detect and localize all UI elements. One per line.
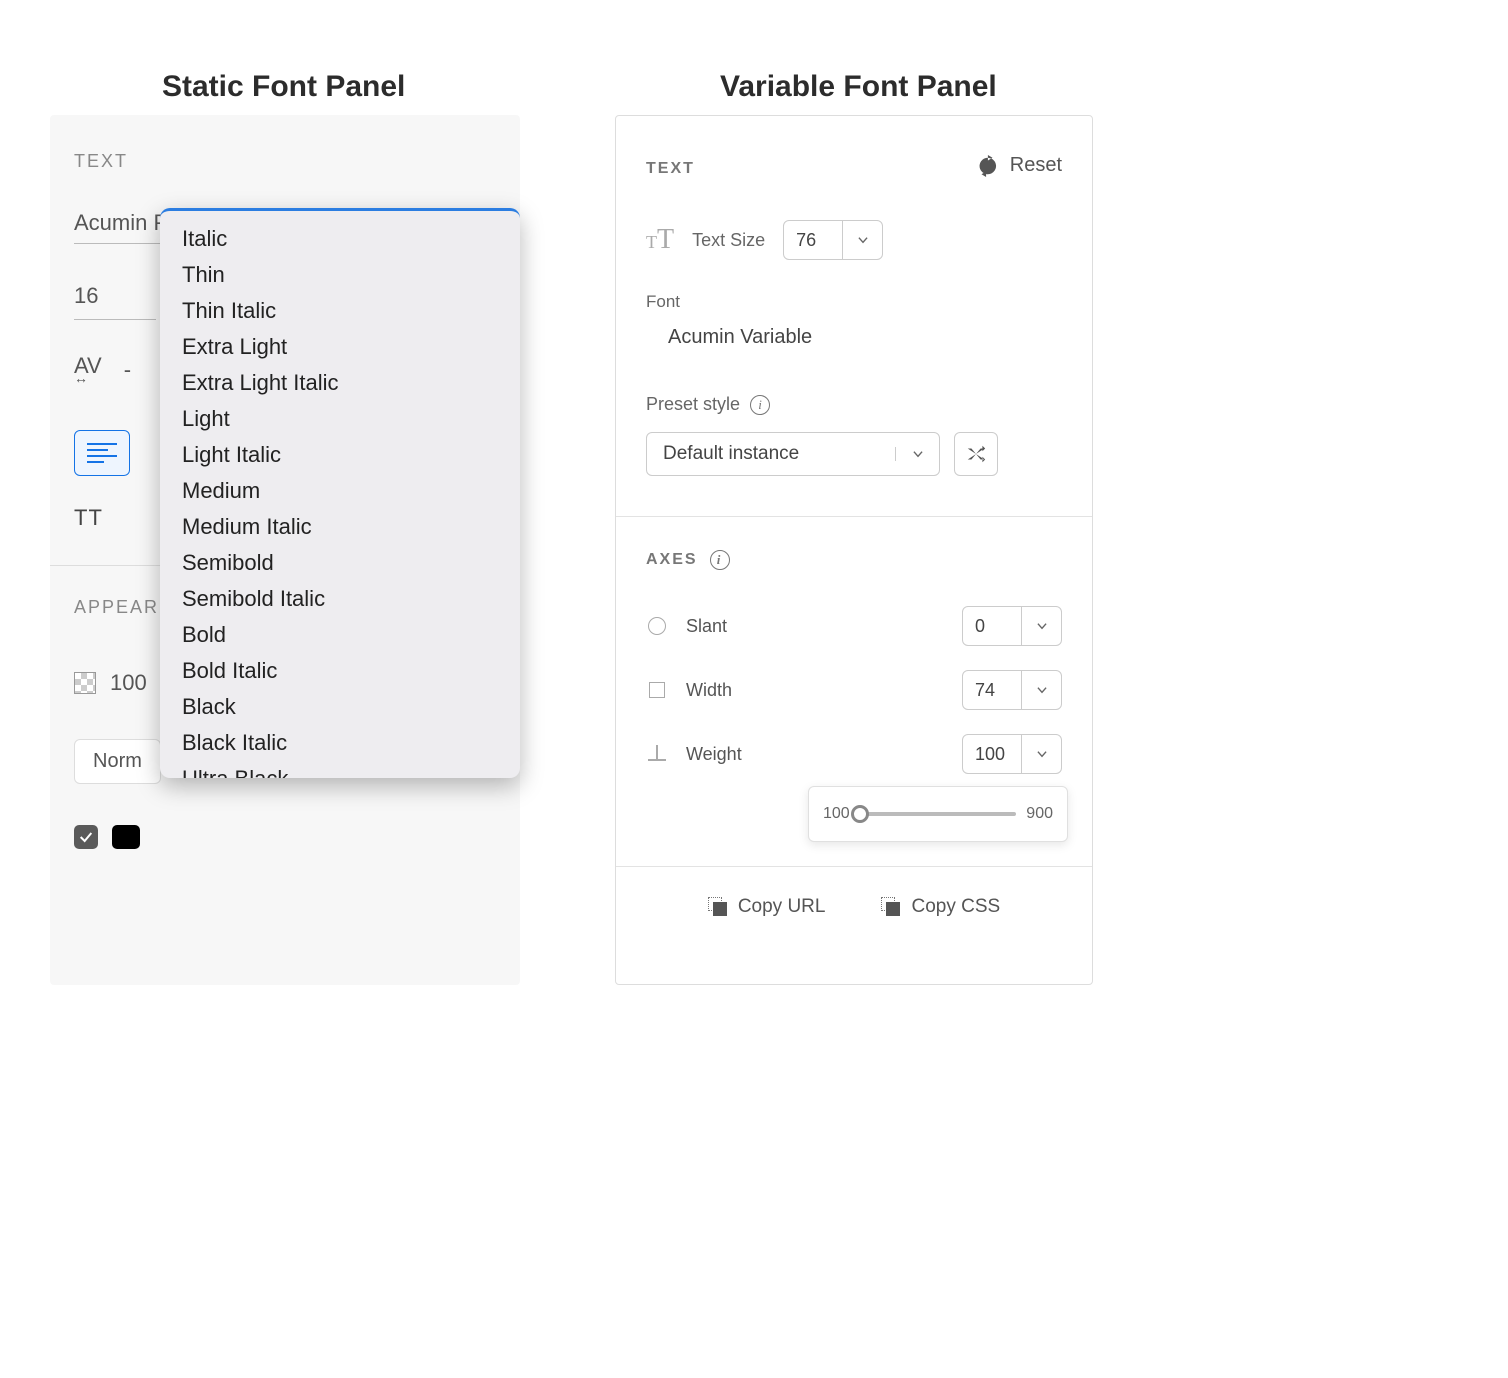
font-weight-option[interactable]: Italic bbox=[160, 221, 520, 257]
font-weight-option[interactable]: Semibold Italic bbox=[160, 581, 520, 617]
info-icon[interactable]: i bbox=[750, 395, 770, 415]
copy-url-button[interactable]: Copy URL bbox=[708, 896, 826, 918]
font-weight-option[interactable]: Black bbox=[160, 689, 520, 725]
font-weight-option[interactable]: Medium bbox=[160, 473, 520, 509]
font-weight-option[interactable]: Thin Italic bbox=[160, 293, 520, 329]
align-left-button[interactable] bbox=[74, 430, 130, 476]
divider bbox=[616, 516, 1092, 517]
reset-label: Reset bbox=[1010, 154, 1062, 177]
weight-slider-min: 100 bbox=[823, 805, 850, 823]
copy-css-button[interactable]: Copy CSS bbox=[881, 896, 1000, 918]
fill-checkbox[interactable] bbox=[74, 825, 98, 849]
font-weight-option[interactable]: Ultra Black bbox=[160, 761, 520, 778]
divider bbox=[616, 866, 1092, 867]
fill-row bbox=[74, 825, 140, 849]
font-weight-option[interactable]: Black Italic bbox=[160, 725, 520, 761]
axis-width-input[interactable]: 74 bbox=[962, 670, 1062, 710]
section-axes-label: AXES bbox=[646, 551, 698, 569]
font-weight-option[interactable]: Bold Italic bbox=[160, 653, 520, 689]
blend-mode-button[interactable]: Norm bbox=[74, 739, 161, 784]
section-appearance-label: APPEAR bbox=[74, 597, 159, 618]
fill-color-swatch[interactable] bbox=[112, 825, 140, 849]
blend-mode-value: Norm bbox=[93, 750, 142, 772]
font-weight-option[interactable]: Light bbox=[160, 401, 520, 437]
axis-weight-input[interactable]: 100 bbox=[962, 734, 1062, 774]
axis-width-row: Width 74 bbox=[646, 670, 1062, 710]
font-weight-option[interactable]: Medium Italic bbox=[160, 509, 520, 545]
font-weight-option[interactable]: Bold bbox=[160, 617, 520, 653]
font-size-field[interactable]: 16 bbox=[74, 283, 156, 320]
info-icon[interactable]: i bbox=[710, 550, 730, 570]
copy-css-label: Copy CSS bbox=[911, 896, 1000, 918]
preset-style-select[interactable]: Default instance bbox=[646, 432, 940, 476]
reset-icon bbox=[976, 155, 998, 177]
tracking-icon: AV↔ bbox=[74, 355, 102, 385]
axis-weight-row: Weight 100 bbox=[646, 734, 1062, 774]
text-size-input[interactable]: 76 bbox=[783, 220, 883, 260]
opacity-icon bbox=[74, 672, 96, 694]
shuffle-button[interactable] bbox=[954, 432, 998, 476]
opacity-value: 100 bbox=[110, 670, 147, 696]
reset-button[interactable]: Reset bbox=[976, 154, 1062, 177]
text-size-icon: TT bbox=[646, 224, 674, 256]
font-weight-option[interactable]: Thin bbox=[160, 257, 520, 293]
preset-style-label: Preset style bbox=[646, 394, 740, 415]
copy-icon bbox=[708, 897, 728, 917]
copy-url-label: Copy URL bbox=[738, 896, 826, 918]
axis-slant-value: 0 bbox=[963, 607, 1021, 645]
axis-slant-input[interactable]: 0 bbox=[962, 606, 1062, 646]
font-weight-option[interactable]: Semibold bbox=[160, 545, 520, 581]
font-value[interactable]: Acumin Variable bbox=[668, 326, 812, 349]
font-weight-dropdown[interactable]: ItalicThinThin ItalicExtra LightExtra Li… bbox=[160, 208, 520, 778]
axis-slant-row: Slant 0 bbox=[646, 606, 1062, 646]
slant-icon bbox=[646, 617, 668, 635]
text-size-label: Text Size bbox=[692, 230, 765, 251]
chevron-down-icon[interactable] bbox=[1021, 671, 1061, 709]
align-left-icon bbox=[74, 430, 130, 476]
axis-width-label: Width bbox=[686, 680, 944, 701]
font-weight-option[interactable]: Extra Light Italic bbox=[160, 365, 520, 401]
text-size-value: 76 bbox=[784, 221, 842, 259]
chevron-down-icon[interactable] bbox=[842, 221, 882, 259]
axis-weight-label: Weight bbox=[686, 744, 944, 765]
weight-slider[interactable] bbox=[860, 812, 1017, 816]
axis-weight-value: 100 bbox=[963, 735, 1021, 773]
section-text-label: TEXT bbox=[74, 151, 128, 172]
axis-slant-label: Slant bbox=[686, 616, 944, 637]
text-transform-label[interactable]: TT bbox=[74, 505, 103, 531]
tracking-value[interactable]: - bbox=[124, 357, 131, 383]
slider-thumb[interactable] bbox=[851, 805, 869, 823]
opacity-row[interactable]: 100 bbox=[74, 670, 147, 696]
weight-icon bbox=[646, 745, 668, 763]
preset-style-value: Default instance bbox=[647, 443, 895, 465]
shuffle-icon bbox=[965, 443, 987, 465]
chevron-down-icon[interactable] bbox=[1021, 607, 1061, 645]
font-weight-option[interactable]: Extra Light bbox=[160, 329, 520, 365]
font-weight-option[interactable]: Light Italic bbox=[160, 437, 520, 473]
variable-title: Variable Font Panel bbox=[720, 70, 997, 104]
font-label: Font bbox=[646, 292, 680, 312]
tracking-row: AV↔ - bbox=[74, 355, 131, 385]
axis-width-value: 74 bbox=[963, 671, 1021, 709]
variable-font-panel: TEXT Reset TT Text Size 76 Font Acumin V… bbox=[615, 115, 1093, 985]
chevron-down-icon[interactable] bbox=[895, 447, 939, 461]
copy-icon bbox=[881, 897, 901, 917]
weight-slider-popover: 100 900 bbox=[808, 786, 1068, 842]
static-title: Static Font Panel bbox=[162, 70, 405, 104]
width-icon bbox=[646, 682, 668, 698]
chevron-down-icon[interactable] bbox=[1021, 735, 1061, 773]
weight-slider-max: 900 bbox=[1026, 805, 1053, 823]
section-text-label: TEXT bbox=[646, 160, 695, 178]
